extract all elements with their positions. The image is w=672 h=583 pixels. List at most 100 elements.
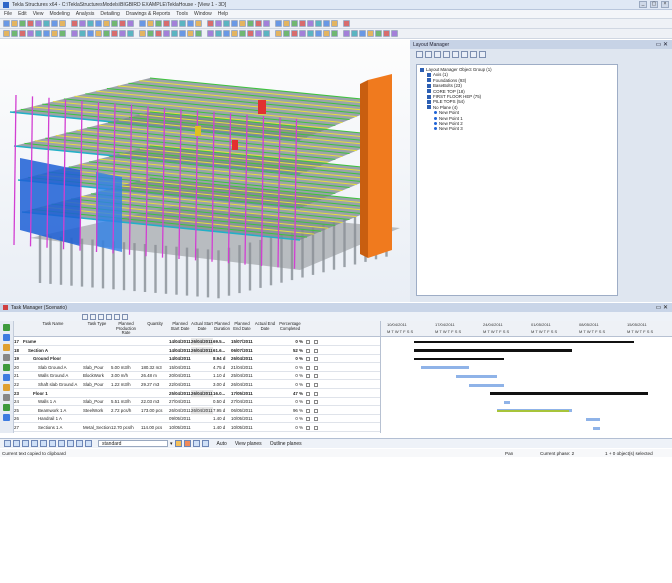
toolbar-tool-icon[interactable] xyxy=(147,30,154,37)
tm-link-icon[interactable] xyxy=(114,313,120,320)
tree-point-item[interactable]: New Point 3 xyxy=(420,126,614,131)
toolbar-tool-icon[interactable] xyxy=(67,20,70,27)
checkbox[interactable] xyxy=(306,408,310,413)
toolbar-tool-icon[interactable] xyxy=(59,30,66,37)
cell-type[interactable]: Slab_Pour xyxy=(83,381,111,389)
toolbar-tool-icon[interactable] xyxy=(51,20,58,27)
lm-export-icon[interactable] xyxy=(470,50,477,58)
checkbox[interactable] xyxy=(314,365,318,370)
menu-view[interactable]: View xyxy=(33,11,44,17)
toolbar-tool-icon[interactable] xyxy=(11,20,18,27)
toolbar-tool-icon[interactable] xyxy=(343,30,350,37)
side-tool-icon[interactable] xyxy=(3,334,10,341)
lm-group-icon[interactable] xyxy=(443,50,450,58)
plane-icon[interactable] xyxy=(174,440,182,447)
menu-tools[interactable]: Tools xyxy=(176,11,188,17)
toolbar-tool-icon[interactable] xyxy=(79,30,86,37)
column-header-pend[interactable]: Planned End Date xyxy=(231,321,253,331)
toolbar-tool-icon[interactable] xyxy=(299,20,306,27)
menu-window[interactable]: Window xyxy=(194,11,212,17)
side-tool-icon[interactable] xyxy=(3,374,10,381)
layout-tree[interactable]: Layout Manager Object Group (1) Axis (1) F… xyxy=(416,64,618,296)
toolbar-tool-icon[interactable] xyxy=(315,30,322,37)
table-row[interactable]: 21 Walls Ground A BlockWork 3.00 m/h 26.48 m… xyxy=(14,372,380,381)
snap-center-icon[interactable] xyxy=(85,440,92,447)
menu-analysis[interactable]: Analysis xyxy=(76,11,95,17)
toolbar-tool-icon[interactable] xyxy=(35,20,42,27)
toolbar-tool-icon[interactable] xyxy=(35,30,42,37)
gantt-summary-bar[interactable] xyxy=(414,357,504,361)
toolbar-tool-icon[interactable] xyxy=(307,30,314,37)
menu-modeling[interactable]: Modeling xyxy=(49,11,69,17)
toolbar-tool-icon[interactable] xyxy=(139,30,146,37)
toolbar-tool-icon[interactable] xyxy=(171,20,178,27)
menu-edit[interactable]: Edit xyxy=(18,11,27,17)
plane-top-icon[interactable] xyxy=(183,440,191,447)
select-assemblies-icon[interactable] xyxy=(49,440,56,447)
tm-add-task-icon[interactable] xyxy=(82,313,88,320)
checkbox[interactable] xyxy=(306,417,310,422)
table-row[interactable]: 20 Slab Ground A Slab_Pour 5.00 m3/h 180.32 … xyxy=(14,364,380,372)
toolbar-tool-icon[interactable] xyxy=(339,20,342,27)
toolbar-tool-icon[interactable] xyxy=(3,20,10,27)
toolbar-tool-icon[interactable] xyxy=(367,30,374,37)
table-row[interactable]: 22 Shaft slab Ground A Slab_Pour 1.22 m3/h 2… xyxy=(14,381,380,389)
table-row[interactable]: 26 Handrail 1 A 09/05/2011 1.40 d 10/05/2011… xyxy=(14,415,380,424)
checkbox[interactable] xyxy=(306,348,310,353)
toolbar-tool-icon[interactable] xyxy=(119,30,126,37)
toolbar-tool-icon[interactable] xyxy=(71,30,78,37)
checkbox[interactable] xyxy=(306,400,310,405)
checkbox[interactable] xyxy=(314,340,318,344)
toolbar-tool-icon[interactable] xyxy=(163,30,170,37)
toolbar-tool-icon[interactable] xyxy=(351,30,358,37)
column-header-pdur[interactable]: Planned Duration xyxy=(213,321,231,331)
toolbar-tool-icon[interactable] xyxy=(43,30,50,37)
toolbar-tool-icon[interactable] xyxy=(343,20,350,27)
toolbar-tool-icon[interactable] xyxy=(223,30,230,37)
panel-close-icon[interactable]: ▭ ✕ xyxy=(656,41,668,48)
column-header-pstart[interactable]: Planned Start Date xyxy=(169,321,191,331)
gantt-chart[interactable]: 10/04/2011 M T W T F S S 17/04/2011 M T W T… xyxy=(380,321,672,433)
toolbar-tool-icon[interactable] xyxy=(203,30,206,37)
toolbar-tool-icon[interactable] xyxy=(111,20,118,27)
gantt-summary-bar[interactable] xyxy=(414,349,573,352)
side-tool-icon[interactable] xyxy=(3,324,10,331)
toolbar-tool-icon[interactable] xyxy=(11,30,18,37)
side-tool-icon[interactable] xyxy=(3,404,10,411)
toolbar-tool-icon[interactable] xyxy=(239,20,246,27)
checkbox[interactable] xyxy=(306,374,310,379)
toolbar-tool-icon[interactable] xyxy=(79,20,86,27)
toolbar-tool-icon[interactable] xyxy=(315,20,322,27)
column-header-qty[interactable]: Quantity xyxy=(141,321,169,327)
menu-drawings-reports[interactable]: Drawings & Reports xyxy=(126,11,170,17)
toolbar-tool-icon[interactable] xyxy=(283,20,290,27)
toolbar-tool-icon[interactable] xyxy=(127,20,134,27)
select-icon[interactable] xyxy=(4,440,11,447)
view-planes-option[interactable]: View planes xyxy=(235,441,262,447)
checkbox[interactable] xyxy=(306,383,310,387)
toolbar-tool-icon[interactable] xyxy=(179,30,186,37)
tm-filter-icon[interactable] xyxy=(122,313,128,320)
toolbar-tool-icon[interactable] xyxy=(147,20,154,27)
checkbox[interactable] xyxy=(306,391,310,396)
toolbar-tool-icon[interactable] xyxy=(135,20,138,27)
toolbar-tool-icon[interactable] xyxy=(375,30,382,37)
toolbar-tool-icon[interactable] xyxy=(95,20,102,27)
toolbar-tool-icon[interactable] xyxy=(231,30,238,37)
auto-mode[interactable]: Auto xyxy=(217,441,227,447)
toolbar-tool-icon[interactable] xyxy=(187,20,194,27)
toolbar-tool-icon[interactable] xyxy=(27,20,34,27)
gantt-task-bar[interactable] xyxy=(585,417,600,421)
column-header-type[interactable]: Task Type xyxy=(83,321,111,327)
toolbar-tool-icon[interactable] xyxy=(139,20,146,27)
toolbar-tool-icon[interactable] xyxy=(207,20,214,27)
maximize-button[interactable]: ▢ xyxy=(650,1,658,8)
tm-indent-icon[interactable] xyxy=(98,313,104,320)
outline-planes-option[interactable]: Outline planes xyxy=(270,441,302,447)
cell-type[interactable]: Slab_Pour xyxy=(83,398,111,406)
toolbar-tool-icon[interactable] xyxy=(275,20,282,27)
menu-detailing[interactable]: Detailing xyxy=(100,11,119,17)
gantt-task-bar[interactable] xyxy=(592,426,600,430)
side-tool-icon[interactable] xyxy=(3,384,10,391)
checkbox[interactable] xyxy=(314,417,318,422)
